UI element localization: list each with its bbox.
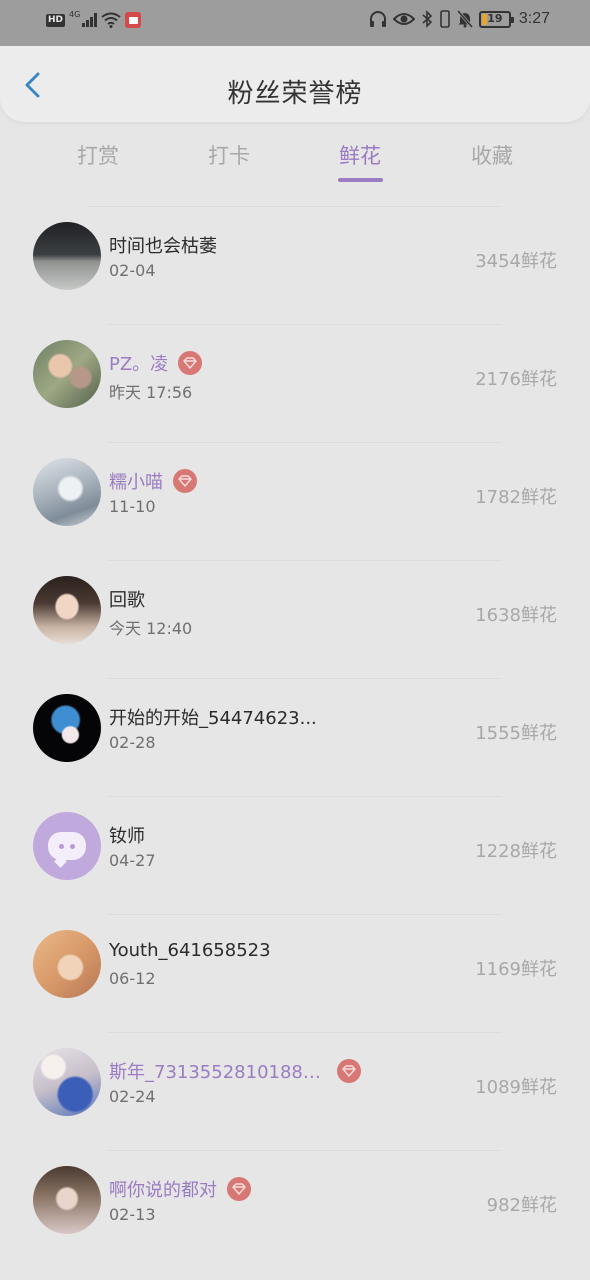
list-item[interactable]: 开始的开始_54474623... 02-28 1555鲜花 — [0, 670, 590, 788]
name-line: PZ。凌 — [109, 350, 203, 376]
timestamp: 02-13 — [109, 1205, 156, 1224]
list-item[interactable]: Youth_641658523 06-12 1169鲜花 — [0, 906, 590, 1024]
vip-gem-icon — [337, 1059, 361, 1083]
vibrate-icon — [440, 10, 450, 28]
mute-bell-icon — [456, 10, 473, 28]
flower-count: 1555鲜花 — [475, 723, 557, 744]
list-item[interactable]: 回歌 今天 12:40 1638鲜花 — [0, 552, 590, 670]
timestamp: 昨天 17:56 — [109, 383, 193, 402]
tab-checkin[interactable]: 打卡 — [184, 140, 274, 170]
wifi-icon — [101, 12, 121, 28]
user-name: 糯小喵 — [109, 472, 163, 493]
flower-count: 1169鲜花 — [475, 959, 557, 980]
avatar[interactable] — [33, 340, 101, 408]
user-name: PZ。凌 — [109, 354, 169, 375]
fan-ranking-list: 时间也会枯萎 02-04 3454鲜花 PZ。凌 昨天 17:56 2176鲜花… — [0, 198, 590, 1260]
timestamp: 02-04 — [109, 261, 156, 280]
list-item[interactable]: 钕师 04-27 1228鲜花 — [0, 788, 590, 906]
list-item[interactable]: 啊你说的都对 02-13 982鲜花 — [0, 1142, 590, 1260]
header: 粉丝荣誉榜 — [0, 46, 590, 122]
name-line: 开始的开始_54474623... — [109, 704, 317, 730]
flower-count: 1638鲜花 — [475, 605, 557, 626]
avatar[interactable] — [33, 1166, 101, 1234]
avatar[interactable] — [33, 812, 101, 880]
vip-gem-icon — [227, 1177, 251, 1201]
tab-reward[interactable]: 打赏 — [53, 140, 143, 170]
chat-bubble-icon — [48, 832, 86, 860]
timestamp: 02-28 — [109, 733, 156, 752]
user-name: 时间也会枯萎 — [109, 236, 217, 257]
app-notification-icon — [125, 12, 142, 28]
flower-count: 1089鲜花 — [475, 1077, 557, 1098]
timestamp: 今天 12:40 — [109, 619, 193, 638]
name-line: 啊你说的都对 — [109, 1176, 251, 1202]
name-line: Youth_641658523 — [109, 940, 271, 961]
user-name: 啊你说的都对 — [109, 1180, 217, 1201]
name-line: 钕师 — [109, 822, 145, 848]
status-bar: HD 4G 19 3:27 — [0, 0, 590, 46]
user-name: 斯年_73135528101883... — [109, 1062, 327, 1083]
eye-icon — [392, 13, 415, 25]
name-line: 斯年_73135528101883... — [109, 1058, 361, 1084]
list-item[interactable]: 斯年_73135528101883... 02-24 1089鲜花 — [0, 1024, 590, 1142]
vip-gem-icon — [173, 469, 197, 493]
tab-favorites[interactable]: 收藏 — [447, 140, 537, 170]
vip-gem-icon — [178, 351, 203, 375]
status-left: HD 4G — [46, 9, 142, 28]
hd-badge: HD — [46, 13, 66, 27]
bluetooth-icon — [422, 10, 433, 28]
timestamp: 02-24 — [109, 1087, 156, 1106]
battery-icon: 19 — [478, 10, 514, 28]
flower-count: 1228鲜花 — [475, 841, 557, 862]
tab-bar: 打赏 打卡 鲜花 收藏 — [0, 122, 590, 192]
status-right: 19 3:27 — [369, 10, 550, 28]
timestamp: 06-12 — [109, 969, 156, 988]
avatar[interactable] — [33, 1048, 101, 1116]
signal-icon — [82, 13, 98, 27]
flower-count: 3454鲜花 — [475, 251, 557, 272]
avatar[interactable] — [33, 222, 101, 290]
timestamp: 11-10 — [109, 497, 156, 516]
page-title: 粉丝荣誉榜 — [227, 79, 363, 109]
flower-count: 2176鲜花 — [475, 369, 557, 390]
name-line: 回歌 — [109, 586, 145, 612]
tab-flowers[interactable]: 鲜花 — [315, 140, 405, 182]
list-item[interactable]: 糯小喵 11-10 1782鲜花 — [0, 434, 590, 552]
avatar[interactable] — [33, 930, 101, 998]
battery-level: 19 — [487, 11, 503, 25]
user-name: 钕师 — [109, 826, 145, 847]
headphones-icon — [369, 11, 386, 27]
name-line: 糯小喵 — [109, 468, 197, 494]
avatar[interactable] — [33, 694, 101, 762]
user-name: 回歌 — [109, 590, 145, 611]
user-name: 开始的开始_54474623... — [109, 708, 317, 729]
list-item[interactable]: 时间也会枯萎 02-04 3454鲜花 — [0, 198, 590, 316]
network-type: 4G — [69, 9, 81, 19]
avatar[interactable] — [33, 576, 101, 644]
flower-count: 982鲜花 — [486, 1195, 557, 1216]
status-time: 3:27 — [518, 10, 550, 27]
name-line: 时间也会枯萎 — [109, 232, 217, 258]
user-name: Youth_641658523 — [109, 940, 271, 961]
list-item[interactable]: PZ。凌 昨天 17:56 2176鲜花 — [0, 316, 590, 434]
flower-count: 1782鲜花 — [475, 487, 557, 508]
timestamp: 04-27 — [109, 851, 156, 870]
avatar[interactable] — [33, 458, 101, 526]
